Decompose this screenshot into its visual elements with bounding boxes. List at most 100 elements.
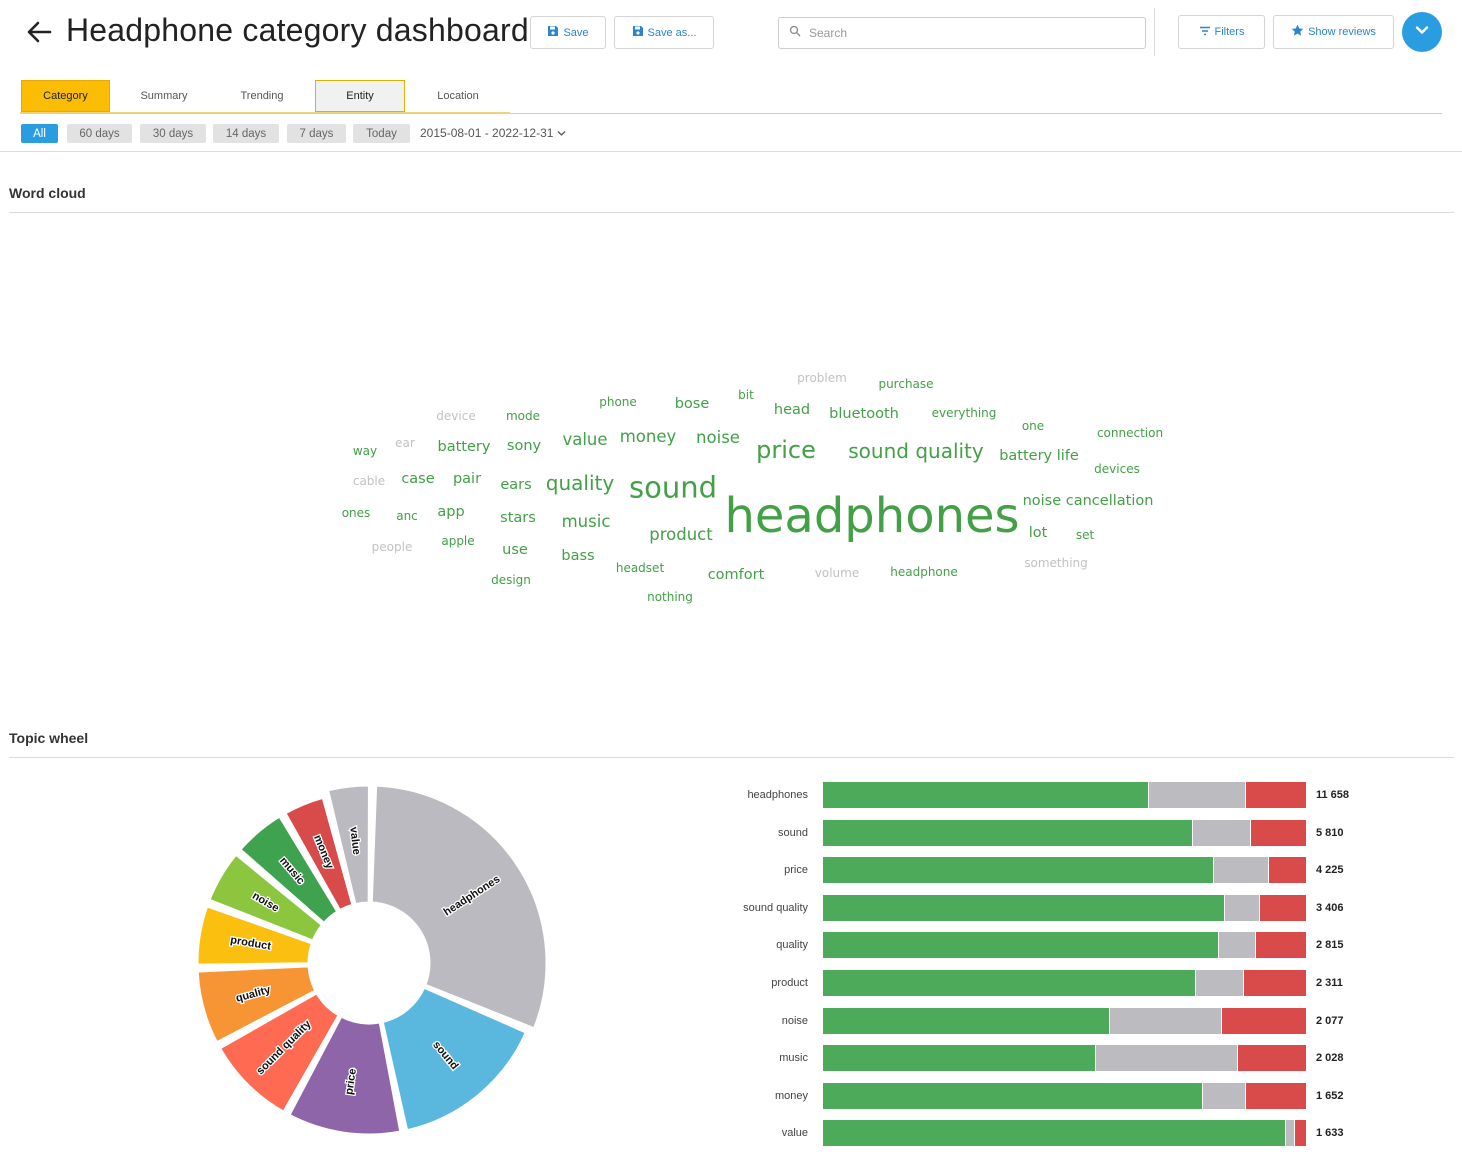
word-cloud-word[interactable]: battery life <box>999 449 1079 464</box>
word-cloud-word[interactable]: bluetooth <box>829 407 899 422</box>
bar-segment-positive <box>823 1120 1286 1147</box>
word-cloud-word[interactable]: purchase <box>878 378 933 390</box>
time-filter-7-days[interactable]: 7 days <box>287 124 346 143</box>
word-cloud-word[interactable]: sound <box>629 473 717 503</box>
stacked-bar[interactable] <box>823 857 1306 884</box>
bar-segment-negative <box>1246 1082 1306 1109</box>
tab-location[interactable]: Location <box>409 80 507 112</box>
stacked-bar[interactable] <box>823 1120 1306 1147</box>
word-cloud-word[interactable]: one <box>1022 420 1044 432</box>
stacked-bar[interactable] <box>823 932 1306 959</box>
search-box[interactable] <box>778 17 1146 49</box>
bar-label: product <box>771 977 808 989</box>
word-cloud-word[interactable]: stars <box>500 511 536 526</box>
word-cloud-word[interactable]: headphones <box>724 492 1019 540</box>
stacked-bar[interactable] <box>823 894 1306 921</box>
page-title: Headphone category dashboard <box>66 12 529 48</box>
bar-segment-negative <box>1268 857 1306 884</box>
word-cloud-word[interactable]: design <box>491 574 531 586</box>
word-cloud-word[interactable]: music <box>562 513 611 531</box>
word-cloud-word[interactable]: value <box>562 431 607 449</box>
word-cloud-word[interactable]: bit <box>738 389 754 401</box>
bar-segment-positive <box>823 1007 1109 1034</box>
word-cloud-word[interactable]: everything <box>932 407 997 419</box>
word-cloud-word[interactable]: sony <box>507 439 541 454</box>
bar-segment-neutral <box>1148 782 1247 808</box>
word-cloud-word[interactable]: connection <box>1097 427 1163 439</box>
tab-summary[interactable]: Summary <box>115 80 213 112</box>
word-cloud-word[interactable]: comfort <box>708 568 765 583</box>
word-cloud-word[interactable]: something <box>1024 557 1088 569</box>
word-cloud-word[interactable]: way <box>353 445 377 457</box>
word-cloud-word[interactable]: headphone <box>890 566 958 578</box>
word-cloud-word[interactable]: product <box>649 526 712 544</box>
show-reviews-button[interactable]: Show reviews <box>1273 15 1394 49</box>
word-cloud-word[interactable]: mode <box>506 410 540 422</box>
time-filter-14-days[interactable]: 14 days <box>213 124 279 143</box>
save-button[interactable]: Save <box>530 16 606 49</box>
stacked-bar[interactable] <box>823 1082 1306 1109</box>
word-cloud-word[interactable]: pair <box>453 472 481 487</box>
word-cloud-word[interactable]: headset <box>616 562 664 574</box>
word-cloud-word[interactable]: case <box>401 472 434 487</box>
word-cloud-word[interactable]: price <box>756 438 816 462</box>
tab-entity[interactable]: Entity <box>315 80 405 112</box>
bar-segment-neutral <box>1108 1007 1223 1034</box>
word-cloud-word[interactable]: anc <box>396 510 418 522</box>
word-cloud-word[interactable]: ears <box>500 478 531 493</box>
bar-count: 1 633 <box>1316 1127 1344 1140</box>
word-cloud-word[interactable]: people <box>372 541 413 553</box>
word-cloud-word[interactable]: use <box>502 543 528 558</box>
word-cloud-word[interactable]: nothing <box>647 591 693 603</box>
word-cloud-word[interactable]: lot <box>1029 526 1048 541</box>
word-cloud-word[interactable]: head <box>774 403 810 418</box>
show-reviews-label: Show reviews <box>1308 26 1376 38</box>
word-cloud-word[interactable]: devices <box>1094 463 1140 475</box>
stacked-bar[interactable] <box>823 1045 1306 1072</box>
time-filter-60-days[interactable]: 60 days <box>67 124 132 143</box>
word-cloud-word[interactable]: ear <box>395 437 415 449</box>
tab-underline-accent <box>20 112 510 114</box>
word-cloud-word[interactable]: quality <box>546 473 614 493</box>
bar-segment-negative <box>1244 970 1306 996</box>
stacked-bar[interactable] <box>823 819 1306 846</box>
tab-trending[interactable]: Trending <box>213 80 311 112</box>
back-arrow-icon[interactable] <box>22 14 58 50</box>
save-as-button[interactable]: Save as... <box>614 16 714 49</box>
tab-category[interactable]: Category <box>21 80 110 112</box>
word-cloud-word[interactable]: noise cancellation <box>1023 494 1154 509</box>
word-cloud-word[interactable]: cable <box>353 475 385 487</box>
search-input[interactable] <box>807 25 1111 41</box>
filters-button[interactable]: Filters <box>1178 15 1265 49</box>
word-cloud-word[interactable]: device <box>436 410 475 422</box>
stacked-bar[interactable] <box>823 1007 1306 1034</box>
star-icon <box>1291 24 1304 40</box>
stacked-bar[interactable] <box>823 970 1306 996</box>
word-cloud-word[interactable]: battery <box>438 440 491 455</box>
date-range-label: 2015-08-01 - 2022-12-31 <box>420 126 554 140</box>
word-cloud-word[interactable]: sound quality <box>848 441 983 461</box>
expand-menu-button[interactable] <box>1402 12 1442 52</box>
word-cloud: problem purchase phone bose bit head bluetooth… <box>0 213 1462 713</box>
bar-segment-negative <box>1246 782 1306 808</box>
floppy-disk-icon <box>547 25 559 40</box>
word-cloud-word[interactable]: app <box>437 505 464 520</box>
word-cloud-word[interactable]: noise <box>696 429 740 447</box>
bar-segment-negative <box>1238 1045 1306 1072</box>
stacked-bar[interactable] <box>823 782 1306 808</box>
time-filter-all[interactable]: All <box>21 124 58 143</box>
word-cloud-word[interactable]: bass <box>561 549 594 564</box>
word-cloud-word[interactable]: problem <box>797 372 847 384</box>
date-range-picker[interactable]: 2015-08-01 - 2022-12-31 <box>420 126 566 140</box>
word-cloud-word[interactable]: ones <box>342 507 371 519</box>
bar-label: price <box>784 864 808 877</box>
word-cloud-word[interactable]: set <box>1076 529 1094 541</box>
time-filter-today[interactable]: Today <box>353 124 410 143</box>
time-filter-30-days[interactable]: 30 days <box>140 124 206 143</box>
word-cloud-word[interactable]: money <box>620 428 677 446</box>
word-cloud-word[interactable]: apple <box>441 535 474 547</box>
word-cloud-word[interactable]: volume <box>815 567 859 579</box>
word-cloud-word[interactable]: phone <box>599 396 637 408</box>
word-cloud-word[interactable]: bose <box>675 397 710 412</box>
topic-wheel-title: Topic wheel <box>9 730 89 746</box>
